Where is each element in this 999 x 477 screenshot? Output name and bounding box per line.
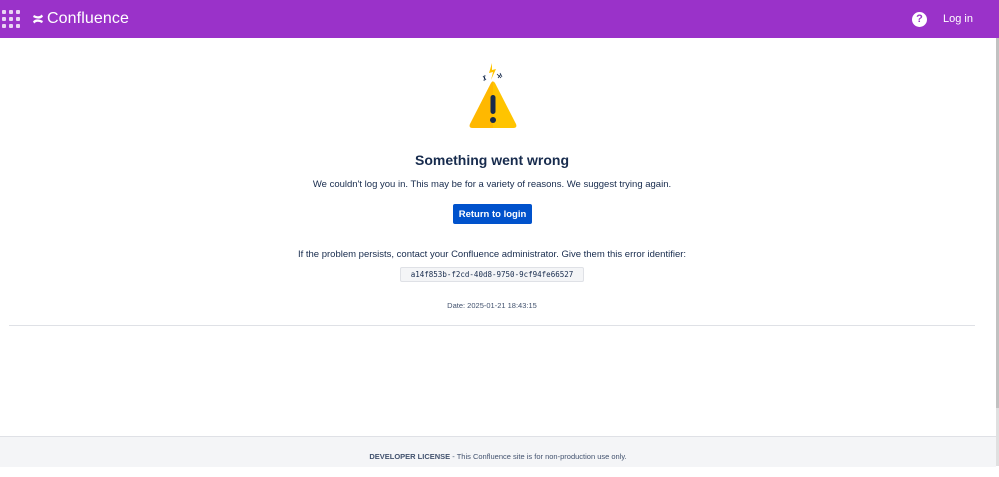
persist-message: If the problem persists, contact your Co…	[297, 249, 687, 260]
error-message: We couldn't log you in. This may be for …	[312, 179, 672, 190]
license-footer: DEVELOPER LICENSE - This Confluence site…	[0, 436, 996, 467]
top-navigation-bar: Confluence ? Log in	[0, 0, 999, 38]
confluence-home-link[interactable]: Confluence	[32, 10, 129, 28]
app-name: Confluence	[47, 10, 129, 27]
license-label: DEVELOPER LICENSE	[369, 452, 451, 461]
app-switcher-grid-icon[interactable]	[2, 10, 20, 28]
error-title: Something went wrong	[415, 152, 569, 168]
return-to-login-button[interactable]: Return to login	[453, 204, 532, 224]
warning-icon	[469, 63, 517, 128]
login-link[interactable]: Log in	[943, 13, 973, 25]
license-text: - This Confluence site is for non-produc…	[450, 452, 627, 461]
confluence-logo-icon	[33, 14, 43, 24]
divider	[9, 325, 975, 326]
error-date: Date: 2025-01-21 18:43:15	[447, 301, 537, 310]
error-identifier: a14f853b-f2cd-40d8-9750-9cf94fe66527	[400, 267, 584, 282]
help-icon[interactable]: ?	[912, 11, 928, 27]
topbar-actions: ? Log in	[912, 0, 999, 38]
